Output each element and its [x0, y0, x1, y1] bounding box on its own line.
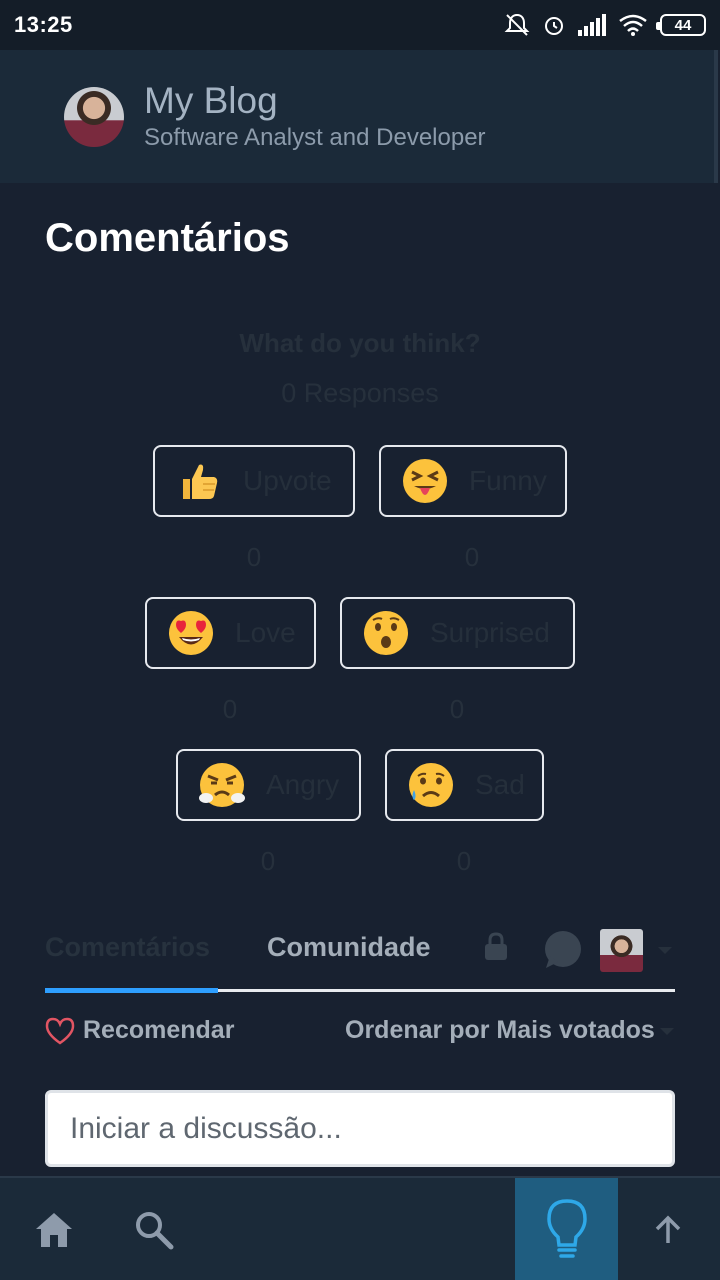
heart-eyes-icon [167, 609, 215, 657]
lightbulb-icon [546, 1199, 587, 1258]
sort-dropdown[interactable]: Ordenar por Mais votados [345, 1016, 655, 1045]
status-icons: 44 [504, 12, 706, 38]
responses-count: 0 Responses [281, 378, 439, 408]
lock-icon[interactable] [484, 931, 508, 961]
tab-comments[interactable]: Comentários [45, 932, 210, 963]
idea-button[interactable] [515, 1178, 618, 1280]
discussion-input[interactable] [45, 1090, 675, 1167]
reaction-funny-button[interactable]: Funny [379, 445, 567, 517]
blog-title[interactable]: My Blog [144, 80, 278, 122]
sad-face-icon [407, 761, 455, 809]
reaction-count: 0 [449, 694, 465, 724]
reaction-label: Surprised [430, 617, 550, 648]
avatar[interactable] [64, 87, 124, 147]
reaction-count: 0 [260, 846, 276, 876]
reaction-sad-button[interactable]: Sad [385, 749, 544, 821]
reaction-label: Funny [469, 465, 547, 496]
reaction-love-button[interactable]: Love [145, 597, 316, 669]
bottom-navigation [0, 1176, 720, 1280]
reaction-label: Upvote [243, 465, 332, 496]
comments-section-title: Comentários [45, 216, 290, 260]
reaction-count: 0 [246, 542, 262, 572]
mute-bell-icon [504, 13, 530, 36]
user-avatar-menu[interactable] [600, 929, 643, 972]
chevron-down-icon[interactable] [660, 1028, 674, 1035]
signal-icon [578, 14, 606, 36]
reaction-angry-button[interactable]: Angry [176, 749, 361, 821]
recommend-button[interactable]: Recomendar [45, 1016, 234, 1045]
scroll-top-button[interactable] [636, 1178, 700, 1280]
home-icon [36, 1213, 72, 1247]
active-tab-indicator [45, 988, 218, 993]
angry-face-icon [198, 761, 246, 809]
blog-subtitle: Software Analyst and Developer [144, 124, 486, 151]
reaction-count: 0 [222, 694, 238, 724]
reaction-label: Sad [475, 769, 525, 800]
chevron-down-icon[interactable] [658, 947, 672, 954]
reaction-count: 0 [456, 846, 472, 876]
tab-community[interactable]: Comunidade [267, 932, 431, 963]
recommend-label: Recomendar [83, 1016, 235, 1044]
status-bar: 13:25 44 [0, 0, 720, 50]
search-icon [136, 1212, 174, 1250]
blog-header: My Blog Software Analyst and Developer [0, 50, 718, 183]
search-button[interactable] [124, 1178, 184, 1280]
reaction-surprised-button[interactable]: Surprised [340, 597, 575, 669]
battery-indicator: 44 [656, 14, 706, 36]
status-time: 13:25 [14, 12, 73, 37]
tongue-face-icon [401, 457, 449, 505]
reaction-upvote-button[interactable]: Upvote [153, 445, 355, 517]
home-button[interactable] [24, 1178, 84, 1280]
heart-icon [45, 1017, 75, 1045]
wifi-icon [619, 14, 647, 36]
reaction-count: 0 [464, 542, 480, 572]
chat-bubble-icon[interactable] [542, 930, 582, 970]
reaction-label: Angry [266, 769, 340, 800]
reaction-question: What do you think? [239, 328, 481, 358]
surprised-face-icon [362, 609, 410, 657]
thumbs-up-icon [175, 457, 223, 505]
arrow-up-icon [655, 1215, 681, 1243]
alarm-icon [545, 17, 563, 35]
reaction-label: Love [235, 617, 296, 648]
